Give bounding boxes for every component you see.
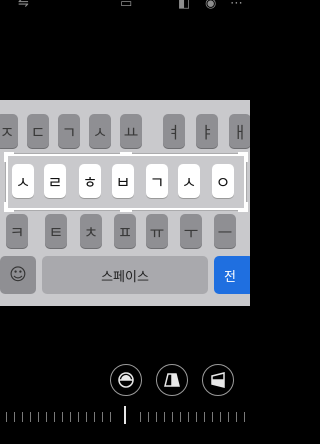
key: ㅑ <box>196 114 218 148</box>
dial-tick <box>204 412 205 422</box>
key: ㅐ <box>229 114 250 148</box>
dial-tick <box>70 412 71 422</box>
key: ㅊ <box>80 214 102 248</box>
dial-tick <box>102 412 103 422</box>
dial-tick <box>156 412 157 422</box>
rotate-icon[interactable]: ◧ <box>178 0 190 11</box>
crop-frame[interactable] <box>4 152 248 212</box>
rotation-dial[interactable] <box>0 404 250 444</box>
vertical-perspective-button[interactable] <box>156 364 188 396</box>
aspect-ratio-icon[interactable]: ▭ <box>120 0 132 11</box>
flip-icon[interactable]: ⇋ <box>18 0 29 11</box>
straighten-icon <box>118 372 134 388</box>
photo-editor-top-bar: ⇋ ▭ ◧ ◉ ⋯ <box>0 0 250 22</box>
dial-tick <box>236 412 237 422</box>
crop-handle-top[interactable] <box>120 152 132 156</box>
dial-tick <box>188 412 189 422</box>
dial-tick <box>30 412 31 422</box>
dial-tick <box>110 412 111 422</box>
dial-tick <box>244 412 245 422</box>
dial-tick <box>140 412 141 422</box>
dial-tick <box>180 412 181 422</box>
key: ㅋ <box>6 214 28 248</box>
key: ㅍ <box>114 214 136 248</box>
dial-tick <box>212 412 213 422</box>
dial-tick <box>172 412 173 422</box>
straighten-button[interactable] <box>110 364 142 396</box>
dial-tick <box>196 412 197 422</box>
key: ㅕ <box>163 114 185 148</box>
crop-handle-bottom[interactable] <box>120 208 132 212</box>
emoji-icon: ☺ <box>0 256 36 294</box>
keyboard-row-3: ㅋ ㅌ ㅊ ㅍ ㅠ ㅜ ㅡ <box>0 214 250 248</box>
dial-tick <box>54 412 55 422</box>
horizontal-perspective-icon <box>211 372 225 388</box>
crop-handle-bottom-left[interactable] <box>4 202 14 212</box>
key: ㅡ <box>214 214 236 248</box>
more-icon[interactable]: ⋯ <box>230 0 243 11</box>
dial-tick <box>14 412 15 422</box>
key: ㅌ <box>45 214 67 248</box>
dial-tick <box>62 412 63 422</box>
key: ㄷ <box>27 114 49 148</box>
dial-tick <box>94 412 95 422</box>
keyboard-bottom-row: ☺ 스페이스 전 <box>0 256 250 294</box>
vertical-perspective-icon <box>164 373 180 387</box>
dial-tick <box>22 412 23 422</box>
key: ㅜ <box>180 214 202 248</box>
dial-tick <box>38 412 39 422</box>
dial-tick <box>6 412 7 422</box>
dial-center-indicator <box>124 406 126 424</box>
share-icon[interactable]: ◉ <box>205 0 216 11</box>
key: ㅠ <box>146 214 168 248</box>
key: ㄱ <box>58 114 80 148</box>
dial-tick <box>164 412 165 422</box>
key: ㅛ <box>120 114 142 148</box>
crop-handle-top-left[interactable] <box>4 152 14 162</box>
dial-tick <box>220 412 221 422</box>
keyboard-row-1: ㅈ ㄷ ㄱ ㅅ ㅛ ㅕ ㅑ ㅐ <box>0 114 250 148</box>
dial-tick <box>78 412 79 422</box>
dial-tick <box>148 412 149 422</box>
dial-tick <box>228 412 229 422</box>
crop-handle-top-right[interactable] <box>238 152 248 162</box>
dial-tick <box>86 412 87 422</box>
return-key: 전 <box>214 256 250 294</box>
key: ㅈ <box>0 114 18 148</box>
horizontal-perspective-button[interactable] <box>202 364 234 396</box>
space-key: 스페이스 <box>42 256 208 294</box>
dial-tick <box>46 412 47 422</box>
edit-tool-buttons <box>0 364 250 400</box>
photo-canvas[interactable]: ㅈ ㄷ ㄱ ㅅ ㅛ ㅕ ㅑ ㅐ ㅅ ㄹ ㅎ ㅂ ㄱ ㅅ ㅇ ㅋ ㅌ ㅊ ㅍ ㅠ … <box>0 100 250 306</box>
crop-handle-bottom-right[interactable] <box>238 202 248 212</box>
key: ㅅ <box>89 114 111 148</box>
